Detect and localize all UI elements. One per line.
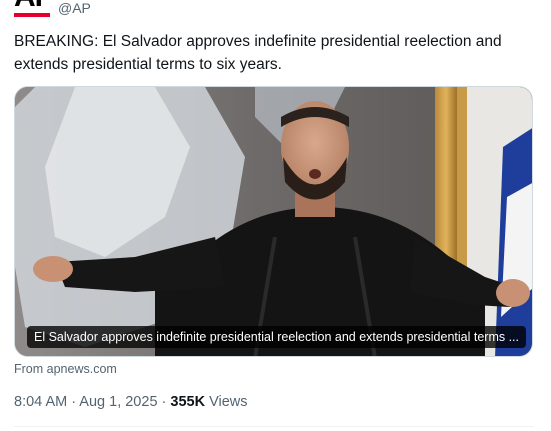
media-caption: El Salvador approves indefinite presiden…	[27, 326, 526, 348]
link-source[interactable]: From apnews.com	[14, 362, 117, 376]
ap-logo-bar	[14, 13, 50, 17]
divider	[14, 426, 534, 427]
tweet-meta: 8:04 AM · Aug 1, 2025 · 355K Views	[14, 394, 248, 410]
news-photo	[15, 87, 532, 356]
tweet-page: AP @AP BREAKING: El Salvador approves in…	[0, 0, 551, 431]
tweet-text: BREAKING: El Salvador approves indefinit…	[14, 33, 502, 73]
tweet-header: AP @AP	[14, 0, 91, 18]
views-label: Views	[205, 394, 248, 410]
views-count: 355K	[170, 394, 206, 410]
ap-logo[interactable]: AP	[14, 0, 55, 17]
link-card-image[interactable]: El Salvador approves indefinite presiden…	[14, 86, 533, 357]
ap-logo-text: AP	[14, 0, 55, 12]
account-handle[interactable]: @AP	[58, 0, 91, 16]
meta-separator-2: ·	[157, 394, 171, 410]
meta-separator: ·	[67, 394, 80, 410]
tweet-time[interactable]: 8:04 AM	[14, 394, 67, 410]
tweet-date[interactable]: Aug 1, 2025	[79, 394, 157, 410]
